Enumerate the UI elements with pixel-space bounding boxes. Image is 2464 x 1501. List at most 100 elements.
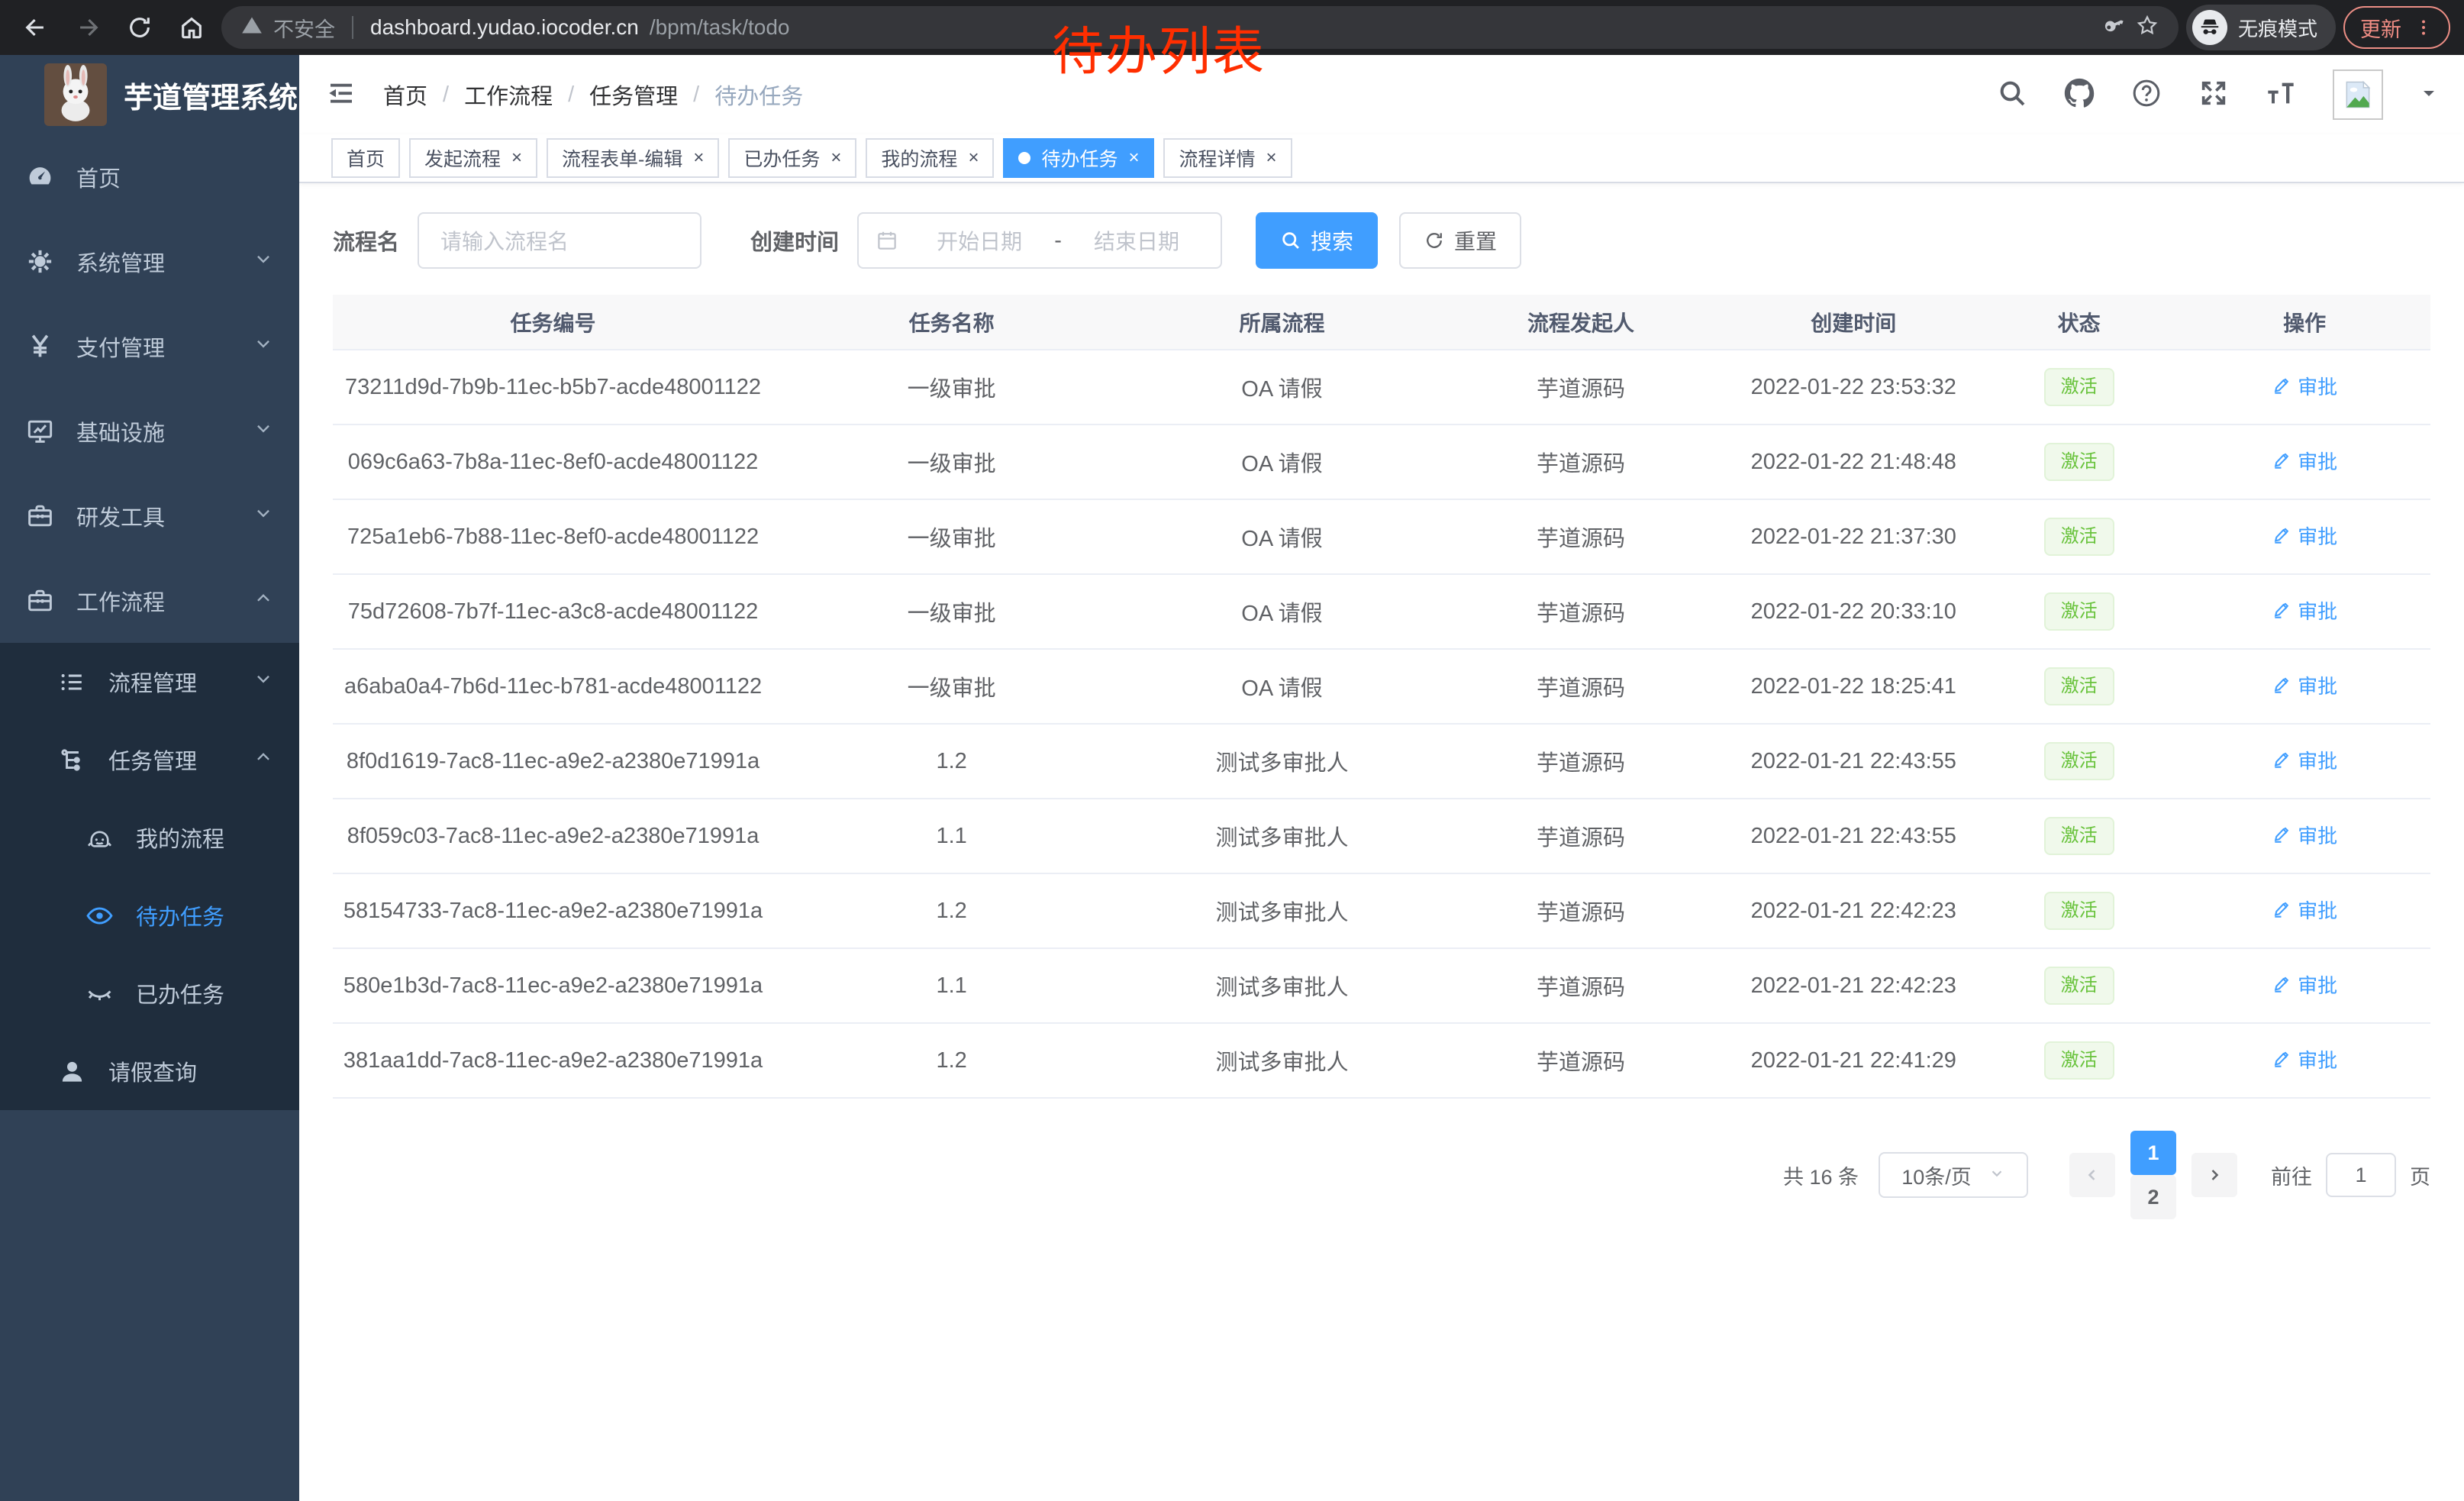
fullscreen-icon[interactable]	[2198, 78, 2229, 112]
page-unit-label: 页	[2410, 1160, 2430, 1190]
app-logo[interactable]: 芋道管理系统	[0, 55, 299, 134]
tab-label: 已办任务	[743, 144, 820, 172]
sidebar-item-10[interactable]: 待办任务	[0, 876, 299, 954]
browser-update-button[interactable]: 更新	[2343, 6, 2450, 49]
close-icon[interactable]: ×	[1266, 149, 1277, 167]
forward-icon[interactable]	[66, 5, 110, 50]
security-label[interactable]: 不安全	[273, 13, 335, 43]
sidebar-item-4[interactable]: 基础设施	[0, 389, 299, 473]
approve-label: 审批	[2298, 1045, 2337, 1073]
not-secure-warning-icon	[241, 15, 263, 41]
tab-3[interactable]: 流程表单-编辑×	[547, 138, 719, 178]
close-icon[interactable]: ×	[511, 149, 522, 167]
tab-2[interactable]: 发起流程×	[409, 138, 537, 178]
sidebar-item-7[interactable]: 流程管理	[0, 643, 299, 721]
approve-button[interactable]: 审批	[2272, 896, 2337, 924]
approve-button[interactable]: 审批	[2272, 447, 2337, 475]
bookmark-star-icon[interactable]	[2136, 14, 2159, 42]
reload-icon[interactable]	[118, 5, 162, 50]
task-id-cell: 58154733-7ac8-11ec-a9e2-a2380e71991a	[333, 873, 773, 948]
user-avatar[interactable]	[2333, 69, 2383, 120]
filter-form: 流程名 请输入流程名 创建时间 开始日期 - 结束日期 搜索 重置	[333, 212, 2430, 269]
font-size-icon[interactable]	[2266, 78, 2296, 112]
url-path: /bpm/task/todo	[650, 15, 790, 40]
column-header: 操作	[2179, 295, 2430, 350]
date-range-picker[interactable]: 开始日期 - 结束日期	[857, 212, 1222, 269]
help-icon[interactable]	[2131, 78, 2162, 112]
briefcase-icon	[23, 586, 56, 615]
sidebar-item-6[interactable]: 工作流程	[0, 558, 299, 643]
tab-1[interactable]: 首页	[331, 138, 400, 178]
breadcrumb-item[interactable]: 任务管理	[589, 79, 678, 111]
action-cell: 审批	[2179, 1023, 2430, 1098]
close-icon[interactable]: ×	[968, 149, 979, 167]
sidebar-item-3[interactable]: 支付管理	[0, 304, 299, 389]
prev-page-button[interactable]	[2069, 1153, 2115, 1197]
approve-button[interactable]: 审批	[2272, 372, 2337, 400]
reset-button[interactable]: 重置	[1399, 212, 1521, 269]
breadcrumb-separator: /	[443, 82, 449, 108]
approve-button[interactable]: 审批	[2272, 746, 2337, 774]
breadcrumb-item[interactable]: 首页	[383, 79, 427, 111]
start-date-placeholder[interactable]: 开始日期	[912, 225, 1047, 256]
logo-avatar	[44, 63, 107, 126]
tab-4[interactable]: 已办任务 ×	[728, 138, 856, 178]
starter-cell: 芋道源码	[1434, 948, 1728, 1023]
sidebar-collapse-icon[interactable]	[325, 77, 357, 113]
status-cell: 激活	[1979, 350, 2179, 424]
goto-page-input[interactable]: 1	[2326, 1153, 2396, 1197]
process-name-input[interactable]: 请输入流程名	[418, 212, 701, 269]
sidebar-menu: 首页系统管理支付管理基础设施研发工具工作流程流程管理任务管理我的流程待办任务已办…	[0, 134, 299, 1110]
search-button[interactable]: 搜索	[1256, 212, 1378, 269]
sidebar-item-label: 支付管理	[76, 331, 165, 363]
starter-cell: 芋道源码	[1434, 350, 1728, 424]
home-icon[interactable]	[169, 5, 214, 50]
page-button-2[interactable]: 2	[2130, 1175, 2176, 1219]
github-icon[interactable]	[2064, 78, 2095, 112]
breadcrumb-item[interactable]: 工作流程	[464, 79, 553, 111]
sidebar-item-5[interactable]: 研发工具	[0, 473, 299, 558]
table-row: 069c6a63-7b8a-11ec-8ef0-acde48001122一级审批…	[333, 424, 2430, 499]
approve-button[interactable]: 审批	[2272, 821, 2337, 849]
approve-button[interactable]: 审批	[2272, 521, 2337, 550]
status-cell: 激活	[1979, 948, 2179, 1023]
tab-7[interactable]: 流程详情×	[1163, 138, 1292, 178]
approve-label: 审批	[2298, 372, 2337, 400]
sidebar-item-12[interactable]: 请假查询	[0, 1032, 299, 1110]
next-page-button[interactable]	[2191, 1153, 2237, 1197]
update-label[interactable]: 更新	[2360, 13, 2401, 43]
approve-button[interactable]: 审批	[2272, 1045, 2337, 1073]
task-name-cell: 一级审批	[773, 424, 1130, 499]
approve-button[interactable]: 审批	[2272, 596, 2337, 625]
tab-6[interactable]: 待办任务×	[1003, 138, 1154, 178]
close-icon[interactable]: ×	[830, 149, 841, 167]
back-icon[interactable]	[14, 5, 58, 50]
top-navbar: 首页/工作流程/任务管理/待办任务	[299, 55, 2464, 134]
starter-cell: 芋道源码	[1434, 649, 1728, 724]
tab-5[interactable]: 我的流程×	[866, 138, 994, 178]
avatar-caret-icon[interactable]	[2420, 84, 2438, 106]
sidebar-item-1[interactable]: 首页	[0, 134, 299, 219]
end-date-placeholder[interactable]: 结束日期	[1069, 225, 1204, 256]
password-key-icon[interactable]	[2102, 14, 2125, 42]
sidebar-item-8[interactable]: 任务管理	[0, 721, 299, 799]
page-button-1[interactable]: 1	[2130, 1131, 2176, 1175]
action-cell: 审批	[2179, 724, 2430, 799]
approve-button[interactable]: 审批	[2272, 671, 2337, 699]
task-id-cell: 8f059c03-7ac8-11ec-a9e2-a2380e71991a	[333, 799, 773, 873]
process-cell: OA 请假	[1130, 499, 1434, 574]
table-header-row: 任务编号任务名称所属流程流程发起人创建时间状态操作	[333, 295, 2430, 350]
status-badge: 激活	[2044, 1041, 2114, 1080]
page-size-select[interactable]: 10条/页	[1879, 1152, 2028, 1198]
sidebar-submenu: 流程管理任务管理我的流程待办任务已办任务请假查询	[0, 643, 299, 1110]
search-icon[interactable]	[1997, 78, 2027, 112]
approve-button[interactable]: 审批	[2272, 970, 2337, 999]
close-icon[interactable]: ×	[1128, 149, 1139, 167]
sidebar-item-9[interactable]: 我的流程	[0, 799, 299, 876]
sidebar-item-11[interactable]: 已办任务	[0, 954, 299, 1032]
sidebar-item-2[interactable]: 系统管理	[0, 219, 299, 304]
url-host[interactable]: dashboard.yudao.iocoder.cn	[370, 15, 639, 40]
starter-cell: 芋道源码	[1434, 724, 1728, 799]
chevron-down-icon	[253, 503, 273, 529]
close-icon[interactable]: ×	[693, 149, 704, 167]
